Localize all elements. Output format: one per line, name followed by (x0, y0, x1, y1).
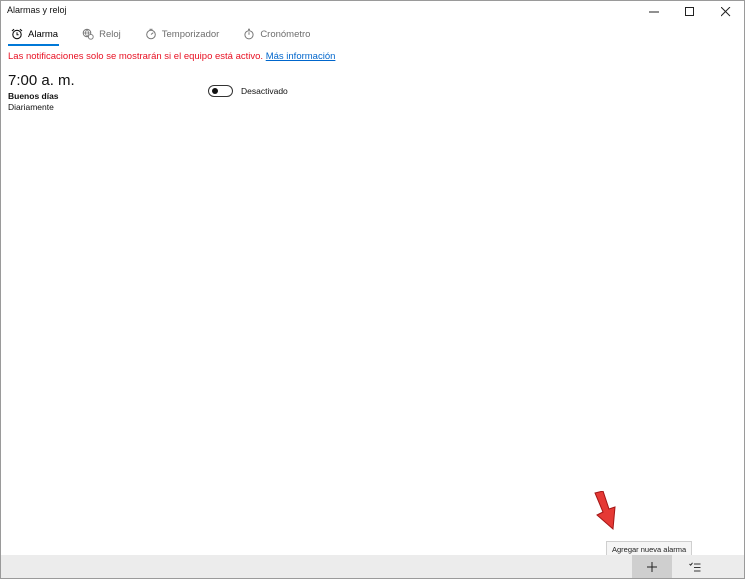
app-window: Alarmas y reloj Alarma Reloj Temporizado… (0, 0, 745, 579)
alarm-toggle[interactable] (208, 85, 233, 97)
annotation-arrow-icon (594, 491, 616, 531)
toggle-knob (212, 88, 218, 94)
notification-warning-text: Las notificaciones solo se mostrarán si … (8, 51, 264, 62)
title-bar: Alarmas y reloj (1, 1, 744, 23)
minimize-button[interactable] (636, 1, 672, 23)
plus-icon (647, 561, 657, 572)
add-alarm-button[interactable] (632, 555, 672, 578)
tab-clock-label: Reloj (99, 28, 121, 40)
tab-clock[interactable]: Reloj (72, 23, 129, 45)
alarm-clock-icon (11, 28, 23, 40)
notification-warning: Las notificaciones solo se mostrarán si … (8, 51, 335, 62)
alarm-name[interactable]: Buenos días (8, 91, 59, 101)
select-alarms-button[interactable] (675, 555, 715, 578)
alarm-time[interactable]: 7:00 a. m. (8, 72, 75, 89)
window-controls (636, 1, 744, 23)
tab-timer-label: Temporizador (161, 28, 220, 40)
bottom-command-bar (1, 555, 744, 578)
minimize-icon (649, 11, 659, 13)
tab-timer[interactable]: Temporizador (135, 23, 228, 45)
tab-alarm[interactable]: Alarma (1, 23, 66, 46)
world-clock-icon (82, 28, 94, 40)
stopwatch-icon (243, 28, 255, 40)
select-list-icon (689, 562, 701, 571)
window-title: Alarmas y reloj (7, 5, 67, 15)
tab-alarm-label: Alarma (28, 28, 59, 40)
alarm-toggle-label: Desactivado (241, 86, 288, 96)
maximize-icon (685, 7, 694, 16)
maximize-button[interactable] (672, 1, 708, 23)
close-icon (721, 7, 731, 17)
alarm-repeat[interactable]: Diariamente (8, 102, 54, 112)
more-info-link[interactable]: Más información (266, 51, 336, 62)
tab-stopwatch-label: Cronómetro (260, 28, 311, 40)
close-button[interactable] (708, 1, 744, 23)
timer-icon (145, 28, 157, 40)
tab-bar: Alarma Reloj Temporizador Cronómetro (1, 23, 744, 47)
tab-stopwatch[interactable]: Cronómetro (233, 23, 318, 45)
